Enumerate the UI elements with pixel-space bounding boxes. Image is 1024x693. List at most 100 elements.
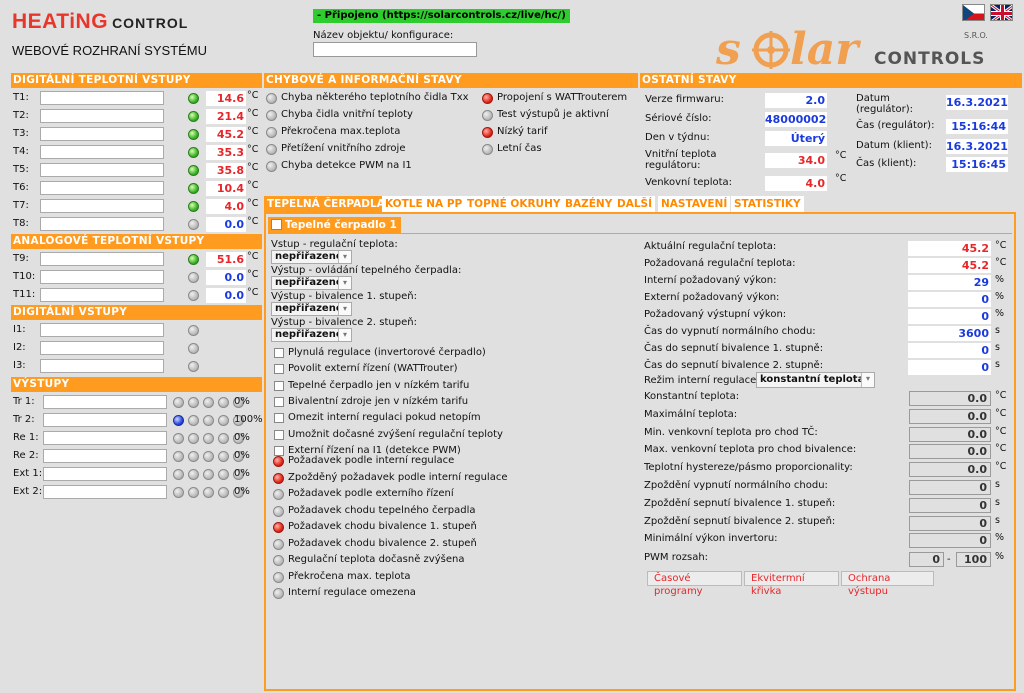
temp-unit: °C [247,90,259,101]
live-label: Interní požadovaný výkon: [644,275,777,286]
temp-unit: °C [247,144,259,155]
other-states-panel: Verze firmwaru: 2.0 Sériové číslo: 48000002… [640,89,1022,194]
param-input[interactable]: 0.0 [909,408,991,424]
tab-5[interactable]: DALŠÍ [614,196,656,212]
red-led-icon [273,472,284,484]
temp-unit: °C [247,287,259,298]
input-field[interactable] [40,323,164,337]
param-input[interactable]: 0.0 [909,444,991,460]
subtab-checkbox[interactable] [271,219,282,230]
option-checkbox[interactable] [274,380,284,391]
tab-4[interactable]: BAZÉNY [562,196,616,212]
output-field[interactable] [43,467,167,481]
assign-select[interactable]: nepřiřazeno ▾ [271,276,352,290]
tab-7[interactable]: STATISTIKY [731,196,804,212]
flag-cz-icon[interactable] [962,4,985,21]
grey-led-icon [188,469,199,480]
assign-select[interactable]: nepřiřazeno ▾ [271,328,352,342]
temp-input[interactable] [40,145,164,159]
tab-2[interactable]: KOTLE NA PP [382,196,466,212]
option-checkbox[interactable] [274,445,284,456]
output-field[interactable] [43,485,167,499]
other-states-header: OSTATNÍ STAVY [640,73,1022,88]
other-value: Úterý [765,131,827,146]
input-label: I1: [13,324,26,335]
temp-value: 51.6 [206,252,246,267]
chevron-down-icon: ▾ [338,303,351,315]
live-value: 0 [908,309,991,324]
option-checkbox[interactable] [274,396,284,407]
pwm-min-input[interactable]: 0 [909,552,944,567]
grey-led-icon [218,469,229,480]
option-checkbox[interactable] [274,348,284,358]
temp-input[interactable] [40,109,164,123]
param-input[interactable]: 0.0 [909,426,991,442]
live-unit: % [995,274,1005,285]
temp-value: 0.0 [206,288,246,303]
grey-led-icon [203,451,214,462]
temp-input[interactable] [40,270,164,284]
select-value: nepřiřazeno [275,251,343,262]
temp-input[interactable] [40,181,164,195]
status-label: Překročena max.teplota [281,126,401,137]
object-name-input[interactable] [313,42,477,57]
equitherm-curve-button[interactable]: Ekvitermní křivka [744,571,839,597]
svg-text:CONTROLS: CONTROLS [874,49,985,69]
option-checkbox[interactable] [274,413,284,424]
param-input[interactable]: 0.0 [909,462,991,478]
mode-select[interactable]: konstantní teplota ▾ [756,372,875,388]
option-checkbox[interactable] [274,429,284,440]
assign-select[interactable]: nepřiřazeno ▾ [271,250,352,264]
temp-input[interactable] [40,127,164,141]
chevron-down-icon: ▾ [338,251,351,263]
logo-text: s [716,26,741,72]
temp-input[interactable] [40,91,164,105]
input-field[interactable] [40,341,164,355]
param-unit: °C [995,443,1007,455]
temp-input[interactable] [40,288,164,302]
status-label: Letní čas [497,143,542,154]
temp-input[interactable] [40,163,164,177]
datetime-value: 16.3.2021 [946,139,1008,154]
output-field[interactable] [43,395,167,409]
output-field[interactable] [43,449,167,463]
output-label: Tr 2: [13,414,35,425]
grey-led-icon [203,415,214,426]
mode-label: Režim interní regulace: [644,375,760,386]
param-input[interactable]: 0 [909,515,991,531]
green-led-icon [188,254,199,265]
param-input[interactable]: 0.0 [909,391,991,406]
temp-value: 0.0 [206,217,246,232]
flag-en-icon[interactable] [990,4,1013,21]
tab-3[interactable]: TOPNÉ OKRUHY [464,196,564,212]
output-protection-button[interactable]: Ochrana výstupu [841,571,934,597]
schedule-button[interactable]: Časové programy [647,571,742,597]
tab-1[interactable]: TEPELNÁ ČERPADLA [264,196,388,212]
grey-led-icon [173,487,184,498]
errors-list: Chyba některého teplotního čidla Txx Chyb… [264,89,638,179]
status-label: Propojení s WATTrouterem [497,92,628,103]
temp-input[interactable] [40,252,164,266]
svg-text:lar: lar [790,26,861,72]
red-led-icon [482,127,493,138]
live-label: Externí požadovaný výkon: [644,292,780,303]
option-checkbox[interactable] [274,364,284,375]
grey-led-icon [482,144,493,155]
param-input[interactable]: 0 [909,497,991,513]
assign-select[interactable]: nepřiřazeno ▾ [271,302,352,316]
param-input[interactable]: 0 [909,480,991,495]
param-input[interactable]: 0 [909,533,991,549]
input-field[interactable] [40,359,164,373]
other-unit: °C [835,173,847,184]
output-field[interactable] [43,431,167,445]
connection-status: - Připojeno (https://solarcontrols.cz/li… [313,9,570,23]
subtab-pump-1[interactable]: Tepelné čerpadlo 1 [268,217,401,233]
temp-input[interactable] [40,199,164,213]
output-field[interactable] [43,413,167,427]
object-name-label: Název objektu/ konfigurace: [313,30,454,41]
temp-input[interactable] [40,217,164,231]
tab-6[interactable]: NASTAVENÍ [658,196,731,212]
pwm-max-input[interactable]: 100 [956,552,991,567]
outputs-header: VÝSTUPY [11,377,262,392]
grey-led-icon [188,361,199,372]
